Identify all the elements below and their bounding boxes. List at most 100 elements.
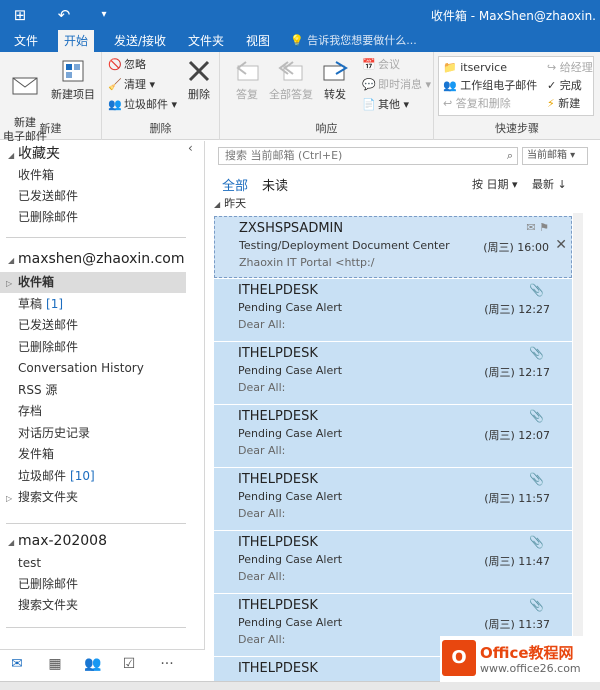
title-bar: ⊞ ↶ ▾ 收件箱 - MaxShen@zhaoxin. xyxy=(0,0,600,30)
unread-count-badge: [1] xyxy=(46,296,64,311)
fav-deleted[interactable]: 已删除邮件 xyxy=(0,207,186,228)
acc1-folder[interactable]: 草稿 [1] xyxy=(0,294,186,315)
acc1-folder[interactable]: 存档 xyxy=(0,401,186,422)
message-item[interactable]: ITHELPDESK Pending Case Alert Dear All: (周三… xyxy=(214,531,572,593)
app-menu-icon[interactable]: ⊞ xyxy=(8,4,32,26)
acc2-folder-deleted[interactable]: 已删除邮件 xyxy=(0,574,186,595)
quick-reply-delete-label: 答复和删除 xyxy=(455,97,511,110)
tab-file[interactable]: 文件 xyxy=(8,30,44,52)
search-icon[interactable]: ⌕ xyxy=(507,148,513,164)
ribbon-tabs: 文件 开始 发送/接收 文件夹 视图 💡 告诉我您想要做什么... xyxy=(0,30,600,52)
quick-done[interactable]: ✓ 完成 xyxy=(547,77,582,94)
quick-create-new[interactable]: ⚡ 新建 xyxy=(547,95,580,112)
message-time: (周三) 12:07 xyxy=(484,429,550,442)
divider xyxy=(6,523,186,524)
customize-toolbar-icon[interactable]: ▾ xyxy=(92,4,116,26)
quick-to-manager[interactable]: ↪ 给经理 xyxy=(547,59,593,76)
account2-header[interactable]: ◢ max-202008 xyxy=(8,533,107,549)
group-respond: 答复 全部答复 转发 📅 会议 💬 即时消息 ▾ 📄 其他 ▾ 响应 xyxy=(220,52,434,140)
message-item[interactable]: ITHELPDESK Pending Case Alert Dear All: (周三… xyxy=(214,405,572,467)
list-scrollbar[interactable] xyxy=(573,213,583,681)
folder-label: 搜索文件夹 xyxy=(18,490,79,504)
collapse-pane-icon[interactable]: ‹ xyxy=(188,141,193,155)
im-button[interactable]: 💬 即时消息 ▾ xyxy=(362,76,431,94)
more-nav-icon[interactable]: ··· xyxy=(156,656,178,676)
message-sender: ITHELPDESK xyxy=(238,598,318,613)
more-button[interactable]: 📄 其他 ▾ xyxy=(362,96,409,114)
junk-label: 垃圾邮件 xyxy=(124,98,168,111)
calendar-icon[interactable]: ▦ xyxy=(44,656,66,676)
acc1-folder[interactable]: 对话历史记录 xyxy=(0,423,186,444)
flag-icon[interactable]: ✉ ⚑ xyxy=(526,221,549,234)
filter-unread[interactable]: 未读 xyxy=(262,175,288,194)
message-preview: Dear All: xyxy=(238,570,286,583)
expand-triangle-icon[interactable]: ▷ xyxy=(6,273,16,294)
delete-button[interactable]: 删除 xyxy=(176,58,222,102)
folder-label: 已发送邮件 xyxy=(18,318,79,332)
junk-button[interactable]: 👥 垃圾邮件 ▾ xyxy=(108,96,177,114)
fav-inbox[interactable]: 收件箱 xyxy=(0,165,186,186)
search-scope-dropdown[interactable]: 当前邮箱 ▾ xyxy=(522,147,588,165)
office-logo-icon: O xyxy=(442,640,476,676)
filter-all[interactable]: 全部 xyxy=(222,175,248,194)
tab-send-receive[interactable]: 发送/接收 xyxy=(108,30,172,52)
reply-button[interactable]: 答复 xyxy=(224,58,270,102)
acc1-folder[interactable]: 发件箱 xyxy=(0,444,186,465)
expand-triangle-icon: ◢ xyxy=(8,538,15,547)
message-preview: Dear All: xyxy=(238,318,286,331)
acc2-folder-search[interactable]: 搜索文件夹 xyxy=(0,595,186,616)
meeting-button[interactable]: 📅 会议 xyxy=(362,56,400,74)
new-items-button[interactable]: 新建项目 xyxy=(50,58,96,102)
message-item[interactable]: ITHELPDESK Pending Case Alert Dear All: (周三… xyxy=(214,342,572,404)
mail-icon[interactable]: ✉ xyxy=(6,656,28,676)
account1-header[interactable]: ◢ maxshen@zhaoxin.com xyxy=(8,251,185,267)
acc1-folder[interactable]: ▷ 搜索文件夹 xyxy=(0,487,186,508)
tell-me-text: 告诉我您想要做什么... xyxy=(307,34,417,47)
forward-button[interactable]: 转发 xyxy=(312,58,358,102)
search-input[interactable]: 搜索 当前邮箱 (Ctrl+E) ⌕ xyxy=(218,147,518,165)
acc1-folder[interactable]: Conversation History xyxy=(0,358,186,379)
acc1-folder[interactable]: 已发送邮件 xyxy=(0,315,186,336)
bottom-navigation: ✉ ▦ 👥 ☑ ··· xyxy=(0,649,205,681)
expand-triangle-icon[interactable]: ▷ xyxy=(6,488,16,509)
junk-icon: 👥 xyxy=(108,98,122,111)
unread-count-badge: [10] xyxy=(70,468,95,483)
quick-team-email[interactable]: 👥 工作组电子邮件 xyxy=(443,77,537,94)
tasks-icon[interactable]: ☑ xyxy=(118,656,140,676)
quick-itservice[interactable]: 📁 itservice xyxy=(443,59,507,76)
ignore-button[interactable]: 🚫 忽略 xyxy=(108,56,146,74)
new-items-label: 新建项目 xyxy=(51,88,95,101)
acc1-folder[interactable]: ▷ 收件箱 xyxy=(0,272,186,293)
forward-icon xyxy=(323,61,348,81)
people-icon[interactable]: 👥 xyxy=(82,656,104,676)
cleanup-button[interactable]: 🧹 清理 ▾ xyxy=(108,76,155,94)
window-title: 收件箱 - MaxShen@zhaoxin. xyxy=(430,9,596,23)
tab-folder[interactable]: 文件夹 xyxy=(182,30,230,52)
folder-label: 垃圾邮件 xyxy=(18,468,67,483)
quick-reply-delete[interactable]: ↩ 答复和删除 xyxy=(443,95,511,112)
itservice-icon: 📁 xyxy=(443,61,457,74)
sort-order-toggle[interactable]: 最新 ↓ xyxy=(532,176,567,192)
message-item[interactable]: ZXSHSPSADMIN Testing/Deployment Document … xyxy=(214,216,572,278)
group-delete-label: 删除 xyxy=(149,122,172,135)
delete-message-icon[interactable]: ✕ xyxy=(555,237,567,253)
quick-done-label: 完成 xyxy=(559,79,582,92)
message-item[interactable]: ITHELPDESK Pending Case Alert Dear All: (周三… xyxy=(214,279,572,341)
sort-by-dropdown[interactable]: 按 日期 ▾ xyxy=(472,176,518,192)
tell-me-box[interactable]: 💡 告诉我您想要做什么... xyxy=(290,30,417,52)
tab-view[interactable]: 视图 xyxy=(240,30,276,52)
acc2-folder-test[interactable]: test xyxy=(0,553,186,574)
acc1-folder[interactable]: 已删除邮件 xyxy=(0,337,186,358)
message-preview: Dear All: xyxy=(238,633,286,646)
tab-home[interactable]: 开始 xyxy=(58,30,95,52)
favorites-header[interactable]: ◢ 收藏夹 xyxy=(8,143,60,163)
acc1-folder[interactable]: RSS 源 xyxy=(0,380,186,401)
reply-all-label: 全部答复 xyxy=(269,88,313,101)
quick-itservice-label: itservice xyxy=(460,61,507,74)
reply-all-button[interactable]: 全部答复 xyxy=(266,58,316,102)
fav-sent[interactable]: 已发送邮件 xyxy=(0,186,186,207)
undo-icon[interactable]: ↶ xyxy=(52,4,76,26)
acc1-folder[interactable]: 垃圾邮件 [10] xyxy=(0,466,186,487)
message-item[interactable]: ITHELPDESK Pending Case Alert Dear All: (周三… xyxy=(214,468,572,530)
group-header-yesterday[interactable]: ◢ 昨天 xyxy=(214,196,572,212)
